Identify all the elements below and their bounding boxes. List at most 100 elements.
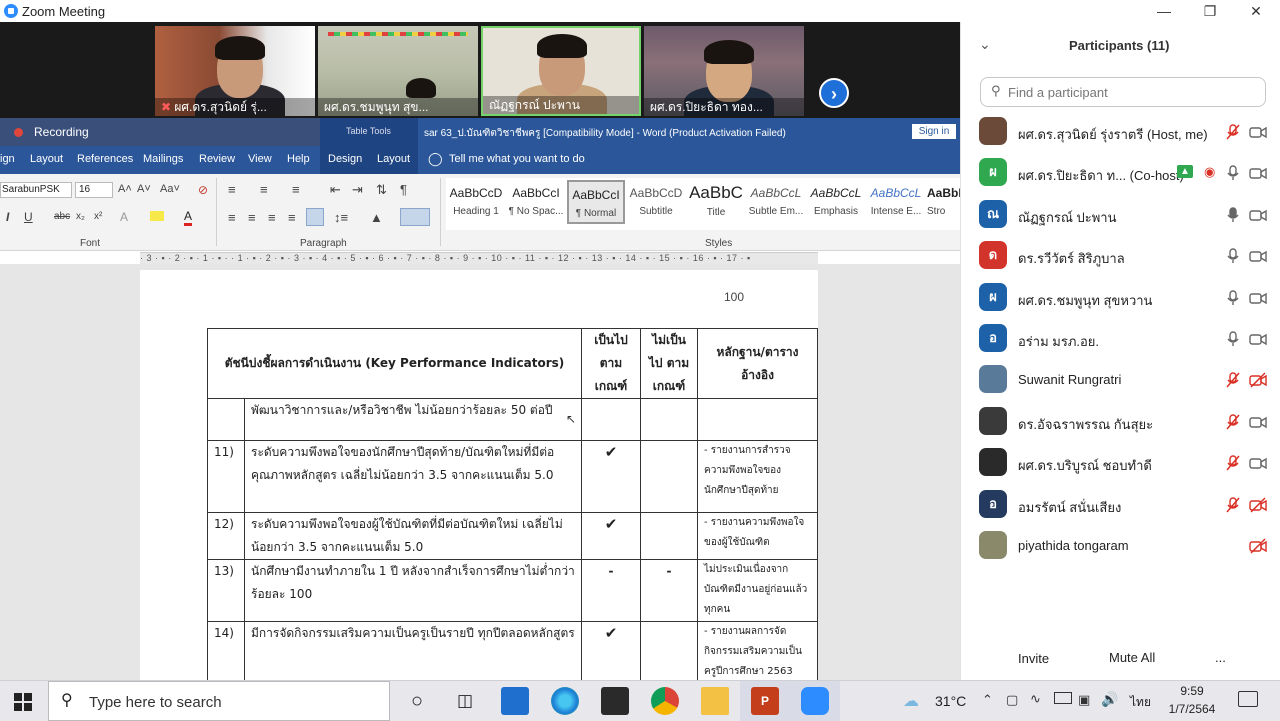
mail-icon[interactable] [501, 687, 529, 715]
volume-icon[interactable]: 🔊 [1101, 691, 1118, 708]
video-icon[interactable] [1249, 123, 1267, 141]
tab-review[interactable]: Review [199, 153, 235, 165]
shading-icon[interactable]: ▲ [370, 210, 383, 225]
style-no-spacing[interactable]: AaBbCcI ¶ No Spac... [507, 180, 565, 224]
network-icon[interactable]: ▣ [1078, 692, 1090, 708]
participant-row[interactable]: ผ ผศ.ดร.ชมพูนุท สุขหวาน [961, 278, 1280, 319]
clock-time[interactable]: 9:59 [1167, 684, 1217, 698]
collapse-panel-icon[interactable]: ⌄ [979, 36, 991, 53]
line-spacing-icon[interactable]: ↕≡ [334, 210, 348, 225]
tab-design-partial[interactable]: ign [0, 153, 15, 165]
video-icon[interactable] [1249, 206, 1267, 224]
highlight-icon[interactable] [150, 211, 164, 221]
clear-format-icon[interactable]: ⊘ [198, 183, 208, 197]
mic-muted-icon[interactable] [1224, 454, 1242, 472]
align-center-icon[interactable]: ≡ [248, 210, 256, 225]
tab-view[interactable]: View [248, 153, 272, 165]
mic-icon[interactable] [1224, 164, 1242, 182]
change-case-icon[interactable]: Aa˅ [160, 183, 180, 195]
clock-date[interactable]: 1/7/2564 [1160, 702, 1224, 716]
style-heading-1[interactable]: AaBbCcD Heading 1 [447, 180, 505, 224]
thai-distributed-icon[interactable] [306, 208, 324, 226]
tab-help[interactable]: Help [287, 153, 310, 165]
document-page[interactable]: 100 ตัชนีบ่งชี้ผลการดำเนินงาน (Key Perfo… [140, 270, 818, 690]
tab-layout[interactable]: Layout [30, 153, 63, 165]
underline-icon[interactable]: U [24, 210, 33, 224]
powerpoint-icon[interactable]: P [751, 687, 779, 715]
show-hidden-icons-icon[interactable]: ⌃ [982, 692, 993, 708]
sort-icon[interactable]: ⇅ [376, 182, 387, 198]
mic-muted-icon[interactable] [1224, 371, 1242, 389]
mic-icon[interactable] [1224, 206, 1242, 224]
multilevel-list-icon[interactable]: ≡ [292, 182, 300, 197]
text-effects-icon[interactable]: A [120, 210, 128, 224]
windows-start-icon[interactable] [14, 693, 32, 711]
align-left-icon[interactable]: ≡ [228, 210, 236, 225]
show-marks-icon[interactable]: ¶ [400, 182, 407, 197]
mic-muted-icon[interactable] [1224, 413, 1242, 431]
video-off-icon[interactable] [1249, 537, 1267, 555]
mic-muted-icon[interactable] [1224, 123, 1242, 141]
video-tile[interactable]: ผศ.ดร.ชมพูนุท สุข... [318, 26, 478, 116]
temperature[interactable]: 31°C [935, 693, 966, 709]
borders-icon[interactable] [400, 208, 430, 226]
strikethrough-icon[interactable]: abc [54, 211, 70, 222]
store-icon[interactable] [601, 687, 629, 715]
decrease-indent-icon[interactable]: ⇤ [330, 182, 341, 198]
numbering-icon[interactable]: ≡ [260, 182, 268, 197]
video-icon[interactable] [1249, 247, 1267, 265]
more-options-button[interactable]: ... [1207, 646, 1234, 669]
participant-row[interactable]: ผศ.ดร.สุวนิดย์ รุ่งราตรี (Host, me) [961, 112, 1280, 153]
video-icon[interactable] [1249, 413, 1267, 431]
style-normal[interactable]: AaBbCcI ¶ Normal [567, 180, 625, 224]
font-size-select[interactable]: 16 [75, 182, 113, 198]
mic-icon[interactable] [1224, 330, 1242, 348]
participant-row[interactable]: ผ ผศ.ดร.ปิยะธิดา ท... (Co-host) ▲ ◉ [961, 153, 1280, 194]
participant-row[interactable]: ผศ.ดร.บริบูรณ์ ชอบทำดี [961, 443, 1280, 484]
style-strong[interactable]: AaBbI Stro [927, 180, 960, 224]
file-explorer-icon[interactable] [701, 687, 729, 715]
mute-all-button[interactable]: Mute All [1101, 646, 1163, 669]
next-videos-button[interactable]: › [819, 78, 849, 108]
minimize-button[interactable]: — [1141, 0, 1187, 22]
font-color-icon[interactable]: A [184, 209, 193, 226]
bullets-icon[interactable]: ≡ [228, 182, 236, 197]
video-icon[interactable] [1249, 289, 1267, 307]
participant-row[interactable]: ด ดร.รวีวัตร์ สิริภูบาล [961, 236, 1280, 277]
close-button[interactable]: ✕ [1233, 0, 1279, 22]
participant-row[interactable]: piyathida tongaram [961, 526, 1280, 567]
meet-now-icon[interactable]: ▢ [1006, 692, 1018, 708]
participant-row[interactable]: อ อมรรัตน์ สนั่นเสียง [961, 485, 1280, 526]
input-language[interactable]: ไทย [1130, 693, 1151, 712]
tab-table-layout[interactable]: Layout [377, 153, 410, 165]
video-off-icon[interactable] [1249, 371, 1267, 389]
chrome-icon[interactable] [651, 687, 679, 715]
increase-indent-icon[interactable]: ⇥ [352, 182, 363, 198]
superscript-icon[interactable]: x² [94, 211, 102, 222]
notifications-icon[interactable] [1238, 691, 1258, 707]
style-subtitle[interactable]: AaBbCcD Subtitle [627, 180, 685, 224]
participant-row[interactable]: ณ ณัฏฐกรณ์ ปะพาน [961, 195, 1280, 236]
participant-search-input[interactable]: ⚲ Find a participant [980, 77, 1266, 107]
mic-muted-icon[interactable] [1224, 496, 1242, 514]
font-name-select[interactable]: SarabunPSK [0, 182, 72, 198]
video-tile[interactable]: ✖ ผศ.ดร.สุวนิดย์ รุ่... [155, 26, 315, 116]
restore-button[interactable]: ❐ [1187, 0, 1233, 22]
video-tile[interactable]: ผศ.ดร.ปิยะธิดา ทอง... [644, 26, 804, 116]
subscript-icon[interactable]: x₂ [76, 211, 85, 222]
style-subtle-emphasis[interactable]: AaBbCcL Subtle Em... [747, 180, 805, 224]
edge-icon[interactable] [551, 687, 579, 715]
tab-references[interactable]: References [77, 153, 133, 165]
taskbar-search-box[interactable]: ⚲ Type here to search [48, 681, 390, 721]
tell-me-search[interactable]: Tell me what you want to do [449, 153, 585, 165]
video-icon[interactable] [1249, 454, 1267, 472]
video-icon[interactable] [1249, 164, 1267, 182]
tab-table-design[interactable]: Design [328, 153, 362, 165]
sign-in-button[interactable]: Sign in [912, 124, 956, 139]
participant-row[interactable]: Suwanit Rungratri [961, 360, 1280, 401]
battery-icon[interactable] [1054, 692, 1072, 704]
participant-row[interactable]: อ อร่าม มรภ.อย. [961, 319, 1280, 360]
wifi-icon[interactable]: ∿ [1030, 691, 1041, 707]
video-icon[interactable] [1249, 330, 1267, 348]
cortana-icon[interactable]: ○ [403, 687, 431, 715]
